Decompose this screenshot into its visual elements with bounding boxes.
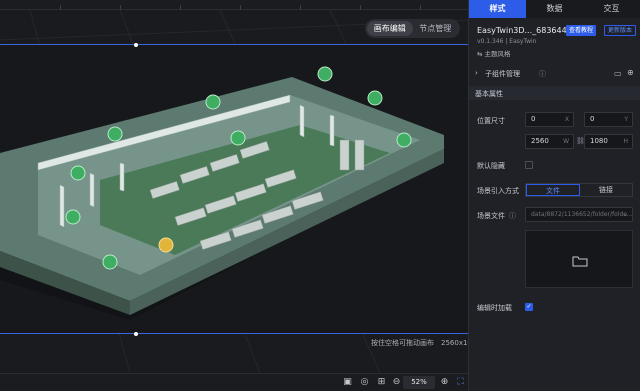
chevron-right-icon: › (475, 69, 478, 77)
sub-components-section[interactable]: › 子组件管理 ⓘ ▭ ⊕ (469, 66, 640, 80)
minimap-icon[interactable]: ⊞ (376, 377, 387, 388)
theme-style-link[interactable]: ⇆ 主题风格 (477, 48, 511, 58)
basic-properties-header: 基本属性 (469, 86, 640, 100)
tab-canvas-edit[interactable]: 画布编辑 (367, 21, 413, 36)
h-value: 1080 (590, 137, 608, 145)
tab-node-manage[interactable]: 节点管理 (413, 21, 459, 36)
add-circle-icon[interactable]: ⊕ (627, 68, 634, 77)
position-y-input[interactable]: 0Y (584, 112, 633, 127)
update-version-button[interactable]: 更新版本 (604, 25, 637, 36)
fit-screen-icon[interactable]: ⛶ (455, 377, 466, 388)
folder-icon (572, 256, 588, 267)
scene-file-help-icon[interactable]: ⓘ (509, 211, 516, 221)
canvas-bottom-toolbar: ▣ ◎ ⊞ ⊖ 52% ⊕ ⛶ (0, 373, 468, 391)
import-mode-link[interactable]: 链接 (580, 184, 632, 196)
height-input[interactable]: 1080 H (584, 134, 633, 149)
canvas-mode-switch: 画布编辑 节点管理 (365, 19, 460, 38)
version-text: v0.1.346 | EasyTwin (477, 38, 537, 45)
chevron-down-icon: ⌄ (622, 211, 628, 218)
basic-properties-title: 基本属性 (475, 90, 503, 98)
tab-style[interactable]: 样式 (469, 0, 526, 18)
h-suffix: H (623, 138, 628, 145)
tab-interaction[interactable]: 交互 (583, 0, 640, 18)
panel-tabs: 样式 数据 交互 (469, 0, 640, 18)
scene-file-label: 场景文件 (477, 212, 505, 220)
load-on-edit-label: 编辑时加载 (477, 304, 512, 312)
canvas-hint: 按住空格可拖动画布 2560x1080 5 (371, 338, 468, 348)
x-value: 0 (531, 115, 536, 123)
panel-toggle-icon[interactable]: ▣ (342, 377, 353, 388)
scene-file-upload-area[interactable] (525, 230, 633, 288)
position-x-input[interactable]: 0X (525, 112, 574, 127)
canvas-area[interactable]: 画布编辑 节点管理 按住空格可拖动画布 2560x1080 5 ▣ ◎ ⊞ ⊖ 5… (0, 0, 468, 391)
sub-components-label: 子组件管理 (485, 70, 520, 78)
zoom-out-icon[interactable]: ⊖ (391, 377, 402, 388)
load-on-edit-checkbox[interactable]: ✓ (525, 303, 533, 311)
tab-data[interactable]: 数据 (526, 0, 583, 18)
default-hidden-label: 默认隐藏 (477, 162, 505, 170)
import-mode-label: 场景引入方式 (477, 187, 519, 195)
import-mode-file[interactable]: 文件 (526, 184, 580, 196)
view-tutorial-button[interactable]: 查看教程 (566, 25, 597, 36)
folder-add-icon[interactable]: ▭ (614, 69, 622, 78)
canvas-stage (0, 43, 468, 336)
scene-file-path: data/8872/1136652/folder/folde... (531, 211, 633, 218)
default-hidden-checkbox[interactable] (525, 161, 533, 169)
scene-file-select[interactable]: data/8872/1136652/folder/folde... ⌄ (525, 207, 633, 222)
position-size-label: 位置尺寸 (477, 117, 505, 125)
y-value: 0 (590, 115, 595, 123)
resize-handle-top[interactable] (134, 43, 138, 47)
w-value: 2560 (531, 137, 549, 145)
canvas-resolution: 2560x1080 5 (441, 339, 468, 347)
property-panel: 样式 数据 交互 EasyTwin3D..._68364448 查看教程 更新版… (468, 0, 640, 391)
help-icon[interactable]: ⓘ (539, 69, 546, 79)
settings-icon[interactable]: ◎ (359, 377, 370, 388)
component-title: EasyTwin3D..._68364448 (477, 26, 577, 35)
drag-hint-text: 按住空格可拖动画布 (371, 339, 434, 347)
zoom-in-icon[interactable]: ⊕ (439, 377, 450, 388)
theme-style-label: 主题风格 (484, 50, 511, 58)
y-suffix: Y (624, 116, 628, 123)
theme-icon: ⇆ (477, 50, 485, 58)
zoom-level[interactable]: 52% (403, 376, 435, 389)
import-mode-selector: 文件 链接 (525, 183, 633, 197)
w-suffix: W (563, 138, 569, 145)
width-input[interactable]: 2560 W (525, 134, 574, 149)
resize-handle-bottom[interactable] (134, 332, 138, 336)
factory-3d-scene (0, 66, 445, 320)
x-suffix: X (564, 116, 569, 123)
